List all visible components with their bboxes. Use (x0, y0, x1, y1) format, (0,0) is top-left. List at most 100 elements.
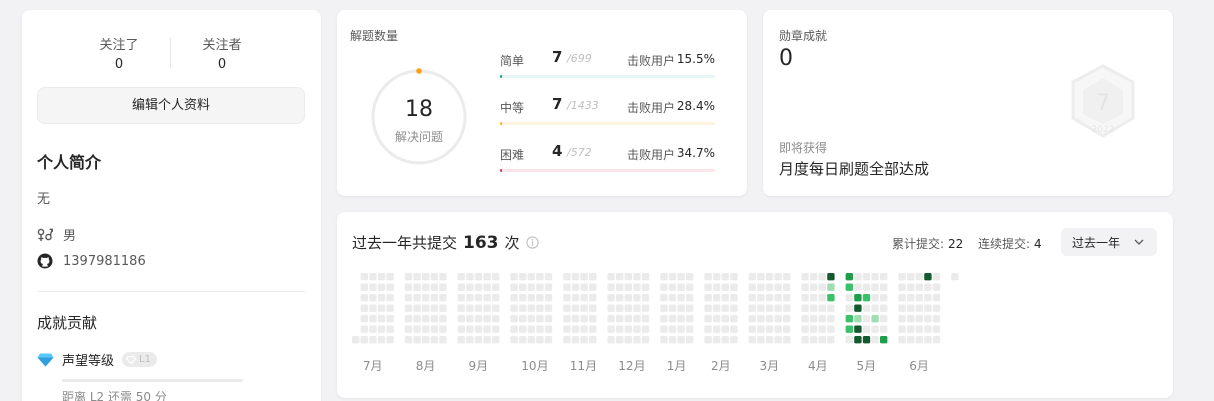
heatmap-cell[interactable] (907, 273, 915, 281)
heatmap-cell[interactable] (580, 315, 588, 323)
heatmap-cell[interactable] (492, 336, 500, 344)
heatmap-cell[interactable] (757, 283, 765, 291)
heatmap-cell[interactable] (519, 336, 527, 344)
heatmap-cell[interactable] (616, 336, 624, 344)
heatmap-cell[interactable] (810, 283, 818, 291)
heatmap-cell[interactable] (810, 336, 818, 344)
heatmap-cell[interactable] (519, 294, 527, 302)
heatmap-cell[interactable] (510, 304, 518, 312)
heatmap-cell[interactable] (527, 294, 535, 302)
heatmap-cell[interactable] (536, 315, 544, 323)
heatmap-cell[interactable] (369, 315, 377, 323)
heatmap-cell[interactable] (510, 273, 518, 281)
heatmap-cell[interactable] (845, 315, 853, 323)
heatmap-cell[interactable] (536, 325, 544, 333)
heatmap-cell[interactable] (818, 315, 826, 323)
heatmap-cell[interactable] (413, 304, 421, 312)
heatmap-cell[interactable] (377, 325, 386, 333)
heatmap-cell[interactable] (713, 283, 721, 291)
heatmap-cell[interactable] (527, 336, 535, 344)
heatmap-cell[interactable] (466, 315, 474, 323)
heatmap-cell[interactable] (527, 304, 535, 312)
heatmap-cell[interactable] (827, 294, 835, 302)
heatmap-cell[interactable] (924, 336, 932, 344)
heatmap-cell[interactable] (589, 283, 597, 291)
heatmap-cell[interactable] (924, 294, 932, 302)
heatmap-cell[interactable] (827, 315, 835, 323)
heatmap-cell[interactable] (924, 325, 932, 333)
heatmap-cell[interactable] (483, 294, 491, 302)
heatmap-cell[interactable] (430, 336, 438, 344)
heatmap-cell[interactable] (862, 283, 871, 291)
heatmap-cell[interactable] (510, 325, 518, 333)
heatmap-cell[interactable] (686, 336, 694, 344)
heatmap-cell[interactable] (439, 294, 447, 302)
heatmap-cell[interactable] (677, 304, 685, 312)
heatmap-cell[interactable] (580, 294, 588, 302)
heatmap-cell[interactable] (721, 336, 729, 344)
heatmap-cell[interactable] (624, 283, 632, 291)
heatmap-cell[interactable] (704, 294, 712, 302)
heatmap-cell[interactable] (466, 325, 474, 333)
heatmap-cell[interactable] (457, 315, 465, 323)
heatmap-cell[interactable] (765, 325, 774, 333)
heatmap-cell[interactable] (932, 315, 941, 323)
heatmap-cell[interactable] (721, 315, 729, 323)
heatmap-cell[interactable] (580, 283, 588, 291)
edit-profile-button[interactable]: 编辑个人资料 (37, 87, 305, 124)
heatmap-cell[interactable] (430, 315, 438, 323)
heatmap-cell[interactable] (483, 304, 491, 312)
heatmap-cell[interactable] (783, 283, 791, 291)
heatmap-cell[interactable] (589, 315, 597, 323)
heatmap-cell[interactable] (352, 336, 360, 344)
heatmap-cell[interactable] (641, 294, 650, 302)
heatmap-cell[interactable] (519, 315, 527, 323)
heatmap-cell[interactable] (924, 283, 932, 291)
heatmap-cell[interactable] (492, 273, 500, 281)
heatmap-cell[interactable] (483, 283, 491, 291)
heatmap-cell[interactable] (413, 315, 421, 323)
heatmap-cell[interactable] (422, 273, 430, 281)
heatmap-cell[interactable] (801, 283, 809, 291)
heatmap-cell[interactable] (845, 294, 853, 302)
heatmap-cell[interactable] (907, 283, 915, 291)
heatmap-cell[interactable] (668, 294, 677, 302)
heatmap-cell[interactable] (660, 273, 668, 281)
heatmap-cell[interactable] (668, 336, 677, 344)
heatmap-cell[interactable] (783, 325, 791, 333)
heatmap-cell[interactable] (386, 294, 394, 302)
heatmap-cell[interactable] (915, 273, 923, 281)
heatmap-cell[interactable] (774, 336, 782, 344)
heatmap-cell[interactable] (474, 336, 483, 344)
heatmap-cell[interactable] (748, 273, 756, 281)
heatmap-cell[interactable] (660, 336, 668, 344)
heatmap-cell[interactable] (854, 325, 862, 333)
heatmap-cell[interactable] (404, 273, 413, 281)
heatmap-cell[interactable] (413, 294, 421, 302)
heatmap-cell[interactable] (713, 294, 721, 302)
heatmap-cell[interactable] (589, 304, 597, 312)
heatmap-cell[interactable] (369, 273, 377, 281)
heatmap-cell[interactable] (607, 336, 615, 344)
heatmap-cell[interactable] (571, 294, 580, 302)
heatmap-cell[interactable] (924, 315, 932, 323)
heatmap-cell[interactable] (360, 273, 368, 281)
heatmap-cell[interactable] (880, 304, 888, 312)
heatmap-cell[interactable] (536, 283, 544, 291)
heatmap-cell[interactable] (360, 283, 368, 291)
heatmap-cell[interactable] (360, 304, 368, 312)
heatmap-cell[interactable] (492, 283, 500, 291)
heatmap-cell[interactable] (483, 315, 491, 323)
heatmap-cell[interactable] (439, 304, 447, 312)
heatmap-cell[interactable] (430, 294, 438, 302)
heatmap-cell[interactable] (457, 273, 465, 281)
heatmap-cell[interactable] (871, 294, 879, 302)
heatmap-cell[interactable] (862, 294, 871, 302)
heatmap-cell[interactable] (757, 294, 765, 302)
heatmap-cell[interactable] (563, 283, 571, 291)
heatmap-cell[interactable] (580, 325, 588, 333)
heatmap-cell[interactable] (386, 325, 394, 333)
heatmap-cell[interactable] (907, 336, 915, 344)
heatmap-cell[interactable] (713, 304, 721, 312)
heatmap-cell[interactable] (404, 325, 413, 333)
